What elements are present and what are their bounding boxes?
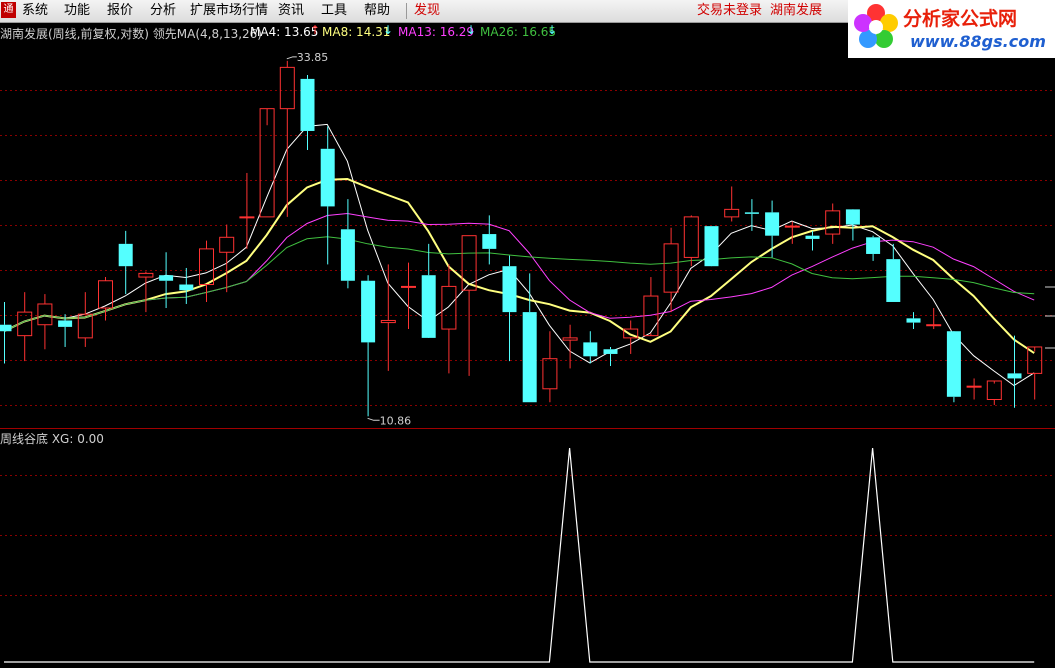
- candle: [966, 378, 982, 400]
- candle: [37, 294, 53, 350]
- candle: [643, 277, 659, 337]
- high-price-label: 33.85: [297, 51, 329, 64]
- candle: [17, 292, 33, 362]
- candle: [603, 346, 618, 366]
- candle: [361, 275, 376, 417]
- candle: [461, 235, 477, 376]
- candle: [825, 203, 841, 244]
- candle: [845, 209, 860, 241]
- chart-area[interactable]: 33.85 10.86: [0, 0, 1055, 668]
- candle: [1027, 346, 1043, 400]
- candle: [421, 243, 436, 338]
- candle: [401, 262, 416, 330]
- candle: [744, 199, 759, 231]
- ma4-line: [3, 123, 1035, 387]
- high-leader-line: [286, 56, 297, 60]
- candle: [926, 308, 942, 330]
- candle: [805, 230, 820, 251]
- candle: [583, 331, 598, 364]
- candle: [441, 264, 457, 374]
- candle: [522, 273, 537, 403]
- low-leader-line: [367, 417, 380, 421]
- candle: [98, 277, 113, 321]
- candle: [340, 199, 355, 289]
- right-axis-ticks: [1045, 286, 1055, 349]
- candle: [906, 312, 921, 330]
- candlesticks: [0, 60, 1043, 417]
- sub-chart-signal: [4, 447, 1035, 663]
- candle: [946, 331, 961, 403]
- candle: [663, 227, 679, 313]
- candle: [683, 215, 699, 267]
- candle: [118, 230, 133, 295]
- candle: [138, 271, 154, 313]
- candle: [542, 331, 558, 403]
- candle: [159, 252, 174, 309]
- candle: [219, 224, 235, 293]
- candle: [239, 172, 255, 249]
- xg-signal-line: [4, 447, 1035, 663]
- low-price-label: 10.86: [380, 414, 412, 427]
- candle: [199, 240, 214, 302]
- candle: [179, 267, 194, 304]
- candle: [704, 226, 719, 267]
- candle: [562, 324, 578, 369]
- candle: [320, 126, 335, 265]
- candle: [300, 75, 315, 151]
- moving-average-lines: [3, 123, 1035, 387]
- candle: [279, 60, 295, 217]
- candle: [765, 200, 780, 258]
- candle: [724, 186, 740, 222]
- candle: [986, 380, 1002, 405]
- candle: [0, 301, 12, 364]
- ma8-line: [3, 177, 1035, 354]
- candle: [482, 215, 497, 265]
- candle: [77, 292, 93, 347]
- candle: [1007, 335, 1022, 408]
- candle: [502, 255, 517, 362]
- candle: [259, 108, 275, 218]
- candle: [380, 264, 396, 371]
- candle: [866, 235, 881, 261]
